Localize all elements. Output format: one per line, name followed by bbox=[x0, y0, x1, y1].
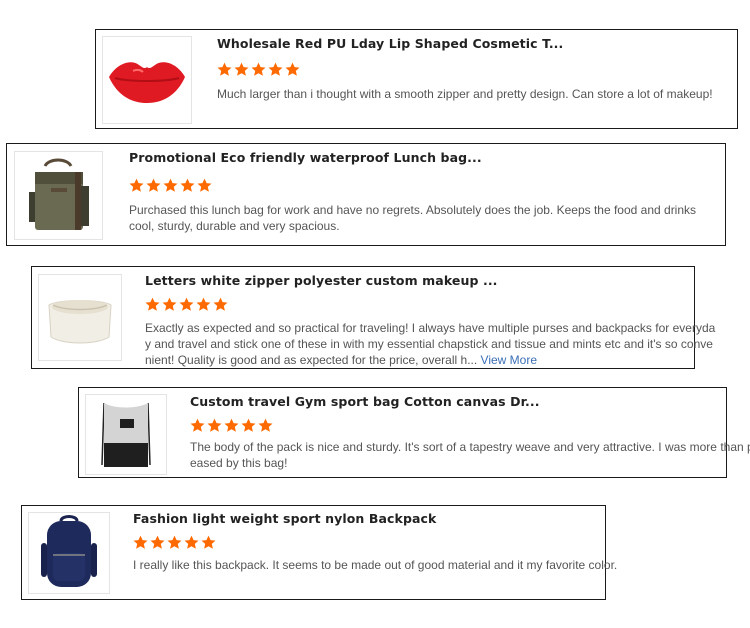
star-icon bbox=[145, 297, 160, 311]
star-icon bbox=[197, 178, 212, 192]
review-card: Wholesale Red PU Lday Lip Shaped Cosmeti… bbox=[95, 29, 738, 129]
star-rating bbox=[190, 418, 273, 433]
review-card: Promotional Eco friendly waterproof Lunc… bbox=[6, 143, 726, 246]
star-icon bbox=[129, 178, 144, 192]
review-line: Much larger than i thought with a smooth… bbox=[217, 87, 713, 101]
review-line-text: nient! Quality is good and as expected f… bbox=[145, 353, 478, 367]
star-icon bbox=[133, 535, 148, 549]
star-icon bbox=[146, 178, 161, 192]
review-line: eased by this bag! bbox=[190, 456, 288, 470]
star-rating bbox=[217, 62, 300, 77]
review-text: Purchased this lunch bag for work and ha… bbox=[129, 202, 696, 234]
product-title[interactable]: Letters white zipper polyester custom ma… bbox=[145, 273, 498, 288]
star-icon bbox=[207, 418, 222, 432]
review-text: I really like this backpack. It seems to… bbox=[133, 557, 617, 573]
review-card: Custom travel Gym sport bag Cotton canva… bbox=[78, 387, 750, 478]
star-rating bbox=[133, 535, 216, 550]
product-title[interactable]: Custom travel Gym sport bag Cotton canva… bbox=[190, 394, 540, 409]
product-thumbnail[interactable] bbox=[38, 274, 122, 361]
star-rating bbox=[129, 178, 212, 193]
star-icon bbox=[162, 297, 177, 311]
review-line: The body of the pack is nice and sturdy.… bbox=[190, 440, 750, 454]
review-card: Fashion light weight sport nylon Backpac… bbox=[21, 505, 617, 600]
star-icon bbox=[213, 297, 228, 311]
drawstring-bag-icon bbox=[101, 402, 151, 467]
view-more-link[interactable]: View More bbox=[481, 353, 537, 367]
review-line: y and travel and stick one of these in w… bbox=[145, 337, 713, 351]
star-icon bbox=[163, 178, 178, 192]
red-lips-bag-icon bbox=[109, 62, 185, 103]
star-icon bbox=[179, 297, 194, 311]
star-icon bbox=[251, 62, 266, 76]
review-text: Much larger than i thought with a smooth… bbox=[217, 86, 713, 102]
product-title[interactable]: Wholesale Red PU Lday Lip Shaped Cosmeti… bbox=[217, 36, 563, 51]
review-text: The body of the pack is nice and sturdy.… bbox=[190, 439, 750, 471]
star-icon bbox=[184, 535, 199, 549]
review-line: nient! Quality is good and as expected f… bbox=[145, 352, 715, 368]
star-icon bbox=[190, 418, 205, 432]
star-icon bbox=[268, 62, 283, 76]
product-title[interactable]: Promotional Eco friendly waterproof Lunc… bbox=[129, 150, 482, 165]
star-icon bbox=[150, 535, 165, 549]
star-icon bbox=[241, 418, 256, 432]
review-text: Exactly as expected and so practical for… bbox=[145, 320, 715, 368]
review-line: I really like this backpack. It seems to… bbox=[133, 558, 618, 572]
product-thumbnail[interactable] bbox=[14, 151, 103, 240]
star-icon bbox=[217, 62, 232, 76]
product-title[interactable]: Fashion light weight sport nylon Backpac… bbox=[133, 511, 436, 526]
star-rating bbox=[145, 297, 228, 312]
navy-backpack-icon bbox=[41, 515, 97, 587]
star-icon bbox=[224, 418, 239, 432]
product-thumbnail[interactable] bbox=[102, 36, 192, 124]
star-icon bbox=[285, 62, 300, 76]
white-pouch-icon bbox=[48, 300, 112, 344]
product-thumbnail[interactable] bbox=[28, 512, 110, 594]
star-icon bbox=[201, 535, 216, 549]
star-icon bbox=[167, 535, 182, 549]
review-line: Exactly as expected and so practical for… bbox=[145, 321, 716, 335]
canvas-lunch-bag-icon bbox=[29, 158, 89, 230]
review-line: Purchased this lunch bag for work and ha… bbox=[129, 203, 697, 217]
star-icon bbox=[196, 297, 211, 311]
review-card: Letters white zipper polyester custom ma… bbox=[31, 266, 715, 369]
star-icon bbox=[258, 418, 273, 432]
product-thumbnail[interactable] bbox=[85, 394, 167, 475]
star-icon bbox=[234, 62, 249, 76]
review-line: cool, sturdy, durable and very spacious. bbox=[129, 219, 340, 233]
star-icon bbox=[180, 178, 195, 192]
